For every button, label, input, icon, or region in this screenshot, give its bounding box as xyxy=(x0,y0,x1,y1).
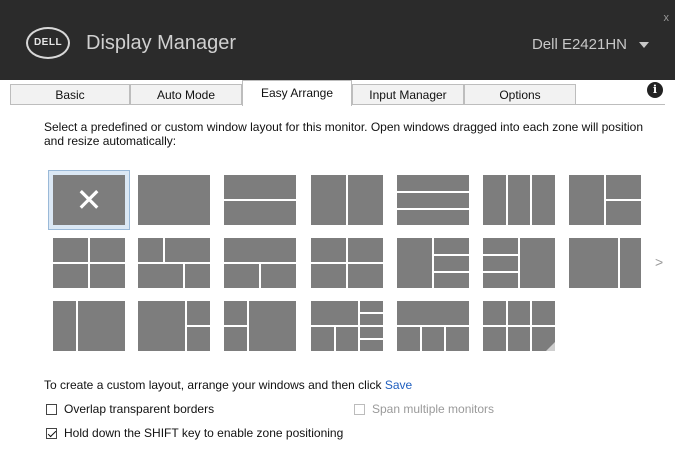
layout-left-three-plus-right[interactable] xyxy=(483,238,555,288)
layout-full[interactable] xyxy=(138,175,210,225)
monitor-selector[interactable]: Dell E2421HN xyxy=(532,36,627,53)
layout-custom-grid[interactable] xyxy=(483,301,555,351)
layout-left-wide-right-split[interactable] xyxy=(138,301,210,351)
tab-easy-arrange[interactable]: Easy Arrange xyxy=(242,80,352,106)
layout-left-right-split[interactable] xyxy=(311,238,383,288)
shift-zone-label: Hold down the SHIFT key to enable zone p… xyxy=(64,426,344,440)
info-icon[interactable]: i xyxy=(647,82,663,98)
next-page-arrow-icon[interactable]: > xyxy=(655,254,663,270)
layout-left-plus-right-three[interactable] xyxy=(397,238,469,288)
overlap-borders-checkbox[interactable] xyxy=(46,404,57,415)
app-title: Display Manager xyxy=(86,32,237,54)
overlap-borders-label: Overlap transparent borders xyxy=(64,402,215,416)
resize-corner-icon xyxy=(546,342,555,351)
layout-top-plus-bottom-split[interactable] xyxy=(53,238,125,288)
layout-left-plus-right-split[interactable] xyxy=(569,175,641,225)
layout-two-columns[interactable] xyxy=(311,175,383,225)
layout-left-wide-right-narrow[interactable] xyxy=(569,238,641,288)
layout-left-narrow-right-wide[interactable] xyxy=(53,301,125,351)
layout-top-bottom-split[interactable] xyxy=(224,238,296,288)
layout-three-columns[interactable] xyxy=(483,175,555,225)
tab-auto-mode[interactable]: Auto Mode xyxy=(130,84,242,104)
tab-basic[interactable]: Basic xyxy=(10,84,130,104)
instructions-text: Select a predefined or custom window lay… xyxy=(44,120,643,148)
chevron-down-icon[interactable] xyxy=(639,42,649,48)
shift-zone-checkbox[interactable] xyxy=(46,428,57,439)
layout-none[interactable]: ✕ xyxy=(53,175,125,225)
layout-top-plus-bottom-three[interactable] xyxy=(397,301,469,351)
layout-grid-six-offset[interactable] xyxy=(311,301,383,351)
span-monitors-label: Span multiple monitors xyxy=(372,402,495,416)
custom-layout-text: To create a custom layout, arrange your … xyxy=(44,378,382,392)
save-link[interactable]: Save xyxy=(385,378,412,392)
tab-input-manager[interactable]: Input Manager xyxy=(352,84,464,104)
layout-two-rows[interactable] xyxy=(224,175,296,225)
tab-options[interactable]: Options xyxy=(464,84,576,104)
layout-left-split-right-wide[interactable] xyxy=(224,301,296,351)
layout-three-rows[interactable] xyxy=(397,175,469,225)
custom-layout-hint: To create a custom layout, arrange your … xyxy=(44,378,412,392)
span-monitors-checkbox[interactable] xyxy=(354,404,365,415)
close-icon: ✕ xyxy=(75,182,103,218)
dell-logo-icon: DELL xyxy=(26,27,70,59)
close-icon[interactable]: x xyxy=(664,12,670,24)
title-bar: DELL Display Manager Dell E2421HN x xyxy=(0,0,675,80)
layout-four-quad-offset[interactable] xyxy=(138,238,210,288)
